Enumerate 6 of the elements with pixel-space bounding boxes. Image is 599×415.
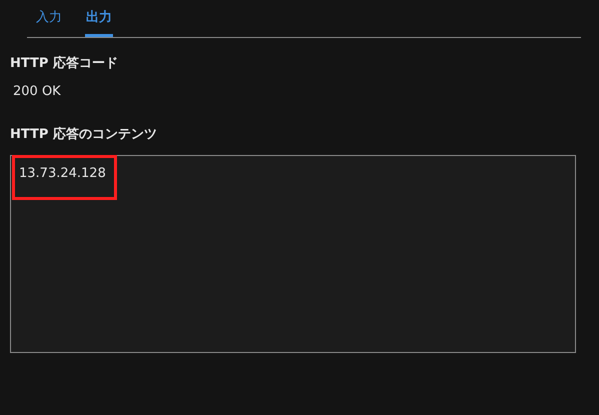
field-label: HTTP 応答コード xyxy=(10,54,119,72)
response-content-field[interactable]: 13.73.24.128 xyxy=(10,155,576,353)
tab[interactable]: 入力 xyxy=(35,0,63,37)
field-label: HTTP 応答のコンテンツ xyxy=(10,126,158,143)
response-code: 200 OK xyxy=(13,84,62,99)
tab[interactable]: 出力 xyxy=(85,0,113,37)
